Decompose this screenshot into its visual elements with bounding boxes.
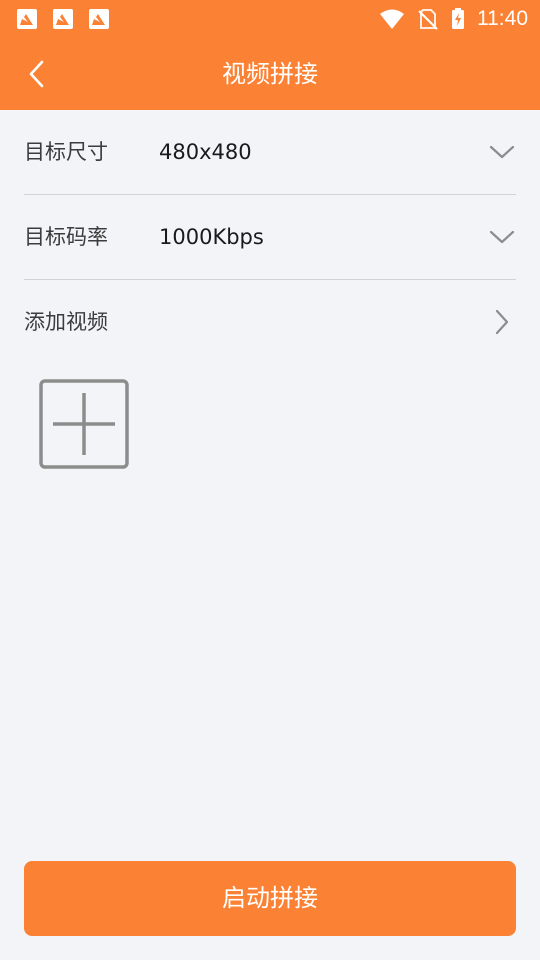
target-size-label: 目标尺寸 xyxy=(24,140,108,164)
add-video-label: 添加视频 xyxy=(24,310,108,334)
add-video-row[interactable]: 添加视频 xyxy=(24,280,516,364)
app-notification-icon xyxy=(89,9,109,29)
wifi-icon xyxy=(380,9,404,29)
app-notification-icon xyxy=(17,9,37,29)
page-title: 视频拼接 xyxy=(222,60,318,88)
no-sim-icon xyxy=(418,9,438,30)
system-status-area: 11:40 xyxy=(379,0,528,38)
target-size-row[interactable]: 目标尺寸 480x480 xyxy=(24,110,516,195)
settings-list: 目标尺寸 480x480 目标码率 1000Kbps 添加视频 xyxy=(24,110,516,364)
target-bitrate-value: 1000Kbps xyxy=(159,225,264,249)
chevron-right-icon xyxy=(488,308,516,336)
plus-icon xyxy=(39,379,129,469)
chevron-down-icon xyxy=(488,223,516,251)
chevron-down-icon xyxy=(488,138,516,166)
target-size-value: 480x480 xyxy=(159,140,252,164)
add-video-tile[interactable] xyxy=(39,379,129,469)
app-notification-icon xyxy=(53,9,73,29)
target-bitrate-label: 目标码率 xyxy=(24,225,108,249)
status-clock: 11:40 xyxy=(477,7,528,30)
status-bar: 11:40 xyxy=(0,0,540,38)
start-merge-button[interactable]: 启动拼接 xyxy=(24,861,516,936)
battery-charging-icon xyxy=(452,8,464,29)
target-bitrate-row[interactable]: 目标码率 1000Kbps xyxy=(24,195,516,280)
app-bar: 视频拼接 xyxy=(0,38,540,110)
